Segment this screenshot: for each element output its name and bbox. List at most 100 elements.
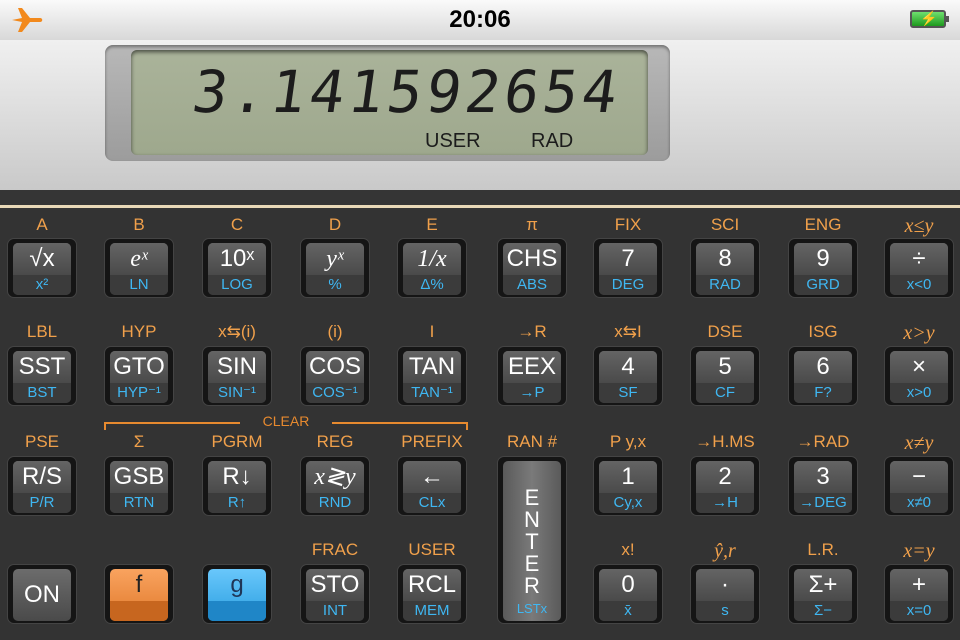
key-8[interactable]: 8 RAD <box>690 238 760 298</box>
f-label: HYP <box>121 322 157 341</box>
key-7[interactable]: 7 DEG <box>593 238 663 298</box>
key-CHS[interactable]: CHS ABS <box>497 238 567 298</box>
key-6[interactable]: 6 F? <box>788 346 858 406</box>
key-ON[interactable]: ON <box>7 564 77 624</box>
key-GTO[interactable]: GTO HYP⁻¹ <box>104 346 174 406</box>
f-label: x⇆I <box>614 322 642 341</box>
enter-key[interactable]: E N T E R LSTx <box>497 456 567 624</box>
key-primary-label: + <box>890 569 948 601</box>
f-label: LBL <box>26 322 58 341</box>
key-primary-label: RCL <box>403 569 461 601</box>
key-primary-label: R↓ <box>208 461 266 493</box>
key-secondary-label: x=0 <box>890 601 948 621</box>
key-secondary-label: R↑ <box>208 493 266 513</box>
key-primary-label: ÷ <box>890 243 948 275</box>
key-secondary-label: x>0 <box>890 383 948 403</box>
f-label: B <box>133 215 145 234</box>
key-primary-label: GTO <box>110 351 168 383</box>
f-label: x≤y <box>904 215 934 237</box>
key-·[interactable]: · s <box>690 564 760 624</box>
key-primary-label: SST <box>13 351 71 383</box>
key-primary-label: TAN <box>403 351 461 383</box>
key-1/x[interactable]: 1/x Δ% <box>397 238 467 298</box>
key-secondary-label: Cy,x <box>599 493 657 513</box>
key-secondary-label: Δ% <box>403 275 461 295</box>
f-label: D <box>328 215 342 234</box>
key-TAN[interactable]: TAN TAN⁻¹ <box>397 346 467 406</box>
key-R/S[interactable]: R/S P/R <box>7 456 77 516</box>
key-eˣ[interactable]: eˣ LN <box>104 238 174 298</box>
key-f[interactable]: f <box>104 564 174 624</box>
key-primary-label: f <box>135 571 143 598</box>
key-primary-label: EEX <box>503 351 561 383</box>
key-g[interactable]: g <box>202 564 272 624</box>
key-←[interactable]: ← CLx <box>397 456 467 516</box>
keyboard-top-band <box>0 190 960 210</box>
key-secondary-label: RAD <box>696 275 754 295</box>
f-label: FRAC <box>311 540 359 559</box>
key-SST[interactable]: SST BST <box>7 346 77 406</box>
f-label: E <box>426 215 438 234</box>
key-secondary-label: Σ− <box>794 601 852 621</box>
key-secondary-label: s <box>696 601 754 621</box>
key-secondary-label: x≠0 <box>890 493 948 513</box>
key-2[interactable]: 2 →H <box>690 456 760 516</box>
key-secondary-label: TAN⁻¹ <box>403 383 461 403</box>
key-yˣ[interactable]: yˣ% <box>300 238 370 298</box>
key-secondary-label <box>110 601 168 621</box>
key-primary-label: yˣ <box>306 243 364 275</box>
key-10ˣ[interactable]: 10ˣ LOG <box>202 238 272 298</box>
key-x≷y[interactable]: x≷y RND <box>300 456 370 516</box>
key-primary-label: 5 <box>696 351 754 383</box>
key-secondary-label: INT <box>306 601 364 621</box>
key-secondary-label: MEM <box>403 601 461 621</box>
f-label: x⇆(i) <box>218 322 256 341</box>
key-1[interactable]: 1 Cy,x <box>593 456 663 516</box>
display-value: 3.141592654 <box>188 58 626 126</box>
f-label: x>y <box>903 322 935 344</box>
key-0[interactable]: 0 x̄ <box>593 564 663 624</box>
key-secondary-label: CF <box>696 383 754 403</box>
key-9[interactable]: 9 GRD <box>788 238 858 298</box>
key-primary-label: ← <box>403 461 461 493</box>
key-+[interactable]: + x=0 <box>884 564 954 624</box>
key-4[interactable]: 4 SF <box>593 346 663 406</box>
key-RCL[interactable]: RCL MEM <box>397 564 467 624</box>
key-×[interactable]: × x>0 <box>884 346 954 406</box>
status-bar: 20:06 ⚡ <box>0 0 960 41</box>
key-SIN[interactable]: SIN SIN⁻¹ <box>202 346 272 406</box>
key-primary-label: R/S <box>13 461 71 493</box>
key-secondary-label: P/R <box>13 493 71 513</box>
key-COS[interactable]: COS COS⁻¹ <box>300 346 370 406</box>
f-label: A <box>36 215 48 234</box>
key-5[interactable]: 5 CF <box>690 346 760 406</box>
key-R↓[interactable]: R↓ R↑ <box>202 456 272 516</box>
key-primary-label: STO <box>306 569 364 601</box>
key-primary-label: 2 <box>696 461 754 493</box>
key-primary-label: SIN <box>208 351 266 383</box>
key-secondary-label: →DEG <box>794 493 852 513</box>
key-secondary-label: LOG <box>208 275 266 295</box>
f-label: L.R. <box>807 540 839 559</box>
key-primary-label: √x <box>13 243 71 275</box>
key-primary-label: · <box>696 569 754 601</box>
f-label: →H.MS <box>695 432 755 451</box>
key-secondary-label: HYP⁻¹ <box>110 383 168 403</box>
annunciator-user: USER <box>425 130 481 152</box>
key-GSB[interactable]: GSB RTN <box>104 456 174 516</box>
key-secondary-label: →H <box>696 493 754 513</box>
key-÷[interactable]: ÷ x<0 <box>884 238 954 298</box>
key-secondary-label: x̄ <box>599 601 657 621</box>
clear-label: CLEAR <box>240 413 332 429</box>
key-secondary-label: COS⁻¹ <box>306 383 364 403</box>
key-−[interactable]: − x≠0 <box>884 456 954 516</box>
key-Σ+[interactable]: Σ+ Σ− <box>788 564 858 624</box>
annunciator-rad: RAD <box>531 130 574 152</box>
key-√x[interactable]: √x x² <box>7 238 77 298</box>
f-label-ran: RAN # <box>506 432 558 451</box>
key-STO[interactable]: STO INT <box>300 564 370 624</box>
key-EEX[interactable]: EEX →P <box>497 346 567 406</box>
key-3[interactable]: 3 →DEG <box>788 456 858 516</box>
key-secondary-label: DEG <box>599 275 657 295</box>
status-time: 20:06 <box>449 6 511 33</box>
